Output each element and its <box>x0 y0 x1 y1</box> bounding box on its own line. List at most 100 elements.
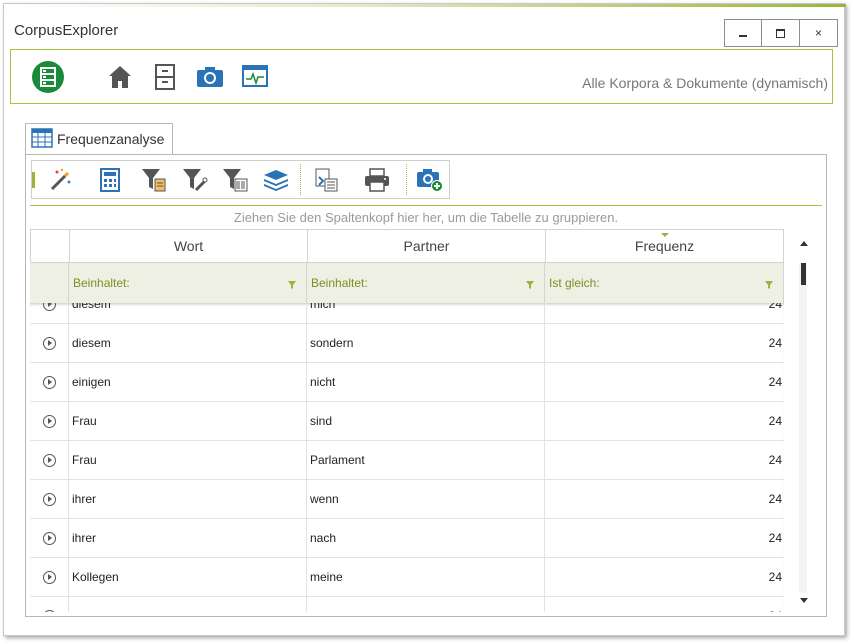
cell-frequenz: 24 <box>768 375 782 389</box>
tab-label: Frequenzanalyse <box>57 131 165 147</box>
cell-wort: Kollegen <box>69 558 307 597</box>
cell-partner: meine <box>307 558 545 597</box>
cell-wort: um <box>69 597 307 612</box>
column-header-wort[interactable]: Wort <box>69 229 308 263</box>
grid-body: diesem mich 24 diesem sondern 24 einigen… <box>30 303 784 612</box>
cell-partner: nach <box>307 519 545 558</box>
window-title: CorpusExplorer <box>14 22 119 39</box>
expand-row-icon[interactable] <box>42 532 56 545</box>
expand-row-icon[interactable] <box>42 376 56 389</box>
column-header-frequenz[interactable]: Frequenz <box>545 229 784 263</box>
scrollbar-thumb[interactable] <box>801 263 806 285</box>
home-icon[interactable] <box>103 60 137 94</box>
cell-wort: diesem <box>69 324 307 363</box>
filter-cell-wort[interactable]: Beinhaltet: <box>69 263 307 303</box>
table-row[interactable]: um unter 24 <box>30 597 784 612</box>
title-accent-bar <box>4 4 846 7</box>
cabinet-icon[interactable] <box>148 60 182 94</box>
ribbon-separator <box>300 164 301 195</box>
filter-cell-frequenz[interactable]: Ist gleich: <box>545 263 784 303</box>
table-row[interactable]: Frau sind 24 <box>30 402 784 441</box>
cell-frequenz: 24 <box>545 597 784 612</box>
analysis-panel: Ziehen Sie den Spaltenkopf hier her, um … <box>25 154 827 617</box>
print-icon[interactable] <box>362 165 392 195</box>
export-icon[interactable] <box>311 165 341 195</box>
filter-edit-icon[interactable] <box>180 165 210 195</box>
table-row[interactable]: Frau Parlament 24 <box>30 441 784 480</box>
filter-row-spacer <box>30 263 69 303</box>
filter-cell-partner[interactable]: Beinhaltet: <box>307 263 545 303</box>
column-header-frequenz-label: Frequenz <box>634 238 695 254</box>
cell-frequenz: 24 <box>768 303 782 311</box>
filter-icon[interactable] <box>526 278 534 292</box>
calculator-icon[interactable] <box>95 165 125 195</box>
close-icon: × <box>814 26 822 40</box>
filter-operator-partner[interactable]: Beinhaltet: <box>311 276 368 290</box>
scroll-down-icon[interactable] <box>800 598 808 603</box>
main-toolbar: Alle Korpora & Dokumente (dynamisch) <box>10 49 833 104</box>
expand-row-icon[interactable] <box>42 415 56 428</box>
close-button[interactable]: × <box>800 19 838 47</box>
table-row[interactable]: Kollegen meine 24 <box>30 558 784 597</box>
cell-partner: unter <box>307 597 545 612</box>
expand-row-icon[interactable] <box>42 337 56 350</box>
camera-add-icon[interactable] <box>415 165 445 195</box>
table-row[interactable]: diesem sondern 24 <box>30 324 784 363</box>
table-row[interactable]: ihrer nach 24 <box>30 519 784 558</box>
cell-partner: sondern <box>307 324 545 363</box>
database-icon[interactable] <box>31 60 65 94</box>
ribbon-separator <box>406 164 407 195</box>
minimize-icon <box>739 35 747 37</box>
maximize-button[interactable] <box>762 19 800 47</box>
filter-barcode-icon[interactable] <box>220 165 250 195</box>
cell-partner: wenn <box>307 480 545 519</box>
table-row[interactable]: ihrer wenn 24 <box>30 480 784 519</box>
filter-clipboard-icon[interactable] <box>139 165 169 195</box>
group-panel-hint[interactable]: Ziehen Sie den Spaltenkopf hier her, um … <box>30 206 822 229</box>
corpus-selection-label[interactable]: Alle Korpora & Dokumente (dynamisch) <box>582 75 828 91</box>
table-row[interactable]: einigen nicht 24 <box>30 363 784 402</box>
cell-frequenz: 24 <box>768 570 782 584</box>
filter-operator-wort[interactable]: Beinhaltet: <box>73 276 130 290</box>
analysis-ribbon <box>31 160 450 199</box>
cell-wort: diesem <box>69 303 307 324</box>
cell-frequenz: 24 <box>768 453 782 467</box>
expand-row-icon[interactable] <box>42 454 56 467</box>
table-icon <box>31 127 53 151</box>
row-header-column <box>30 229 70 263</box>
expand-row-icon[interactable] <box>42 571 56 584</box>
frequency-grid: Ziehen Sie den Spaltenkopf hier her, um … <box>30 205 822 612</box>
magic-wand-icon[interactable] <box>46 165 76 195</box>
maximize-icon <box>776 28 785 38</box>
sort-indicator-icon <box>661 233 669 237</box>
column-header-partner[interactable]: Partner <box>307 229 546 263</box>
minimize-button[interactable] <box>724 19 762 47</box>
monitor-icon[interactable] <box>238 60 272 94</box>
cell-partner: sind <box>307 402 545 441</box>
filter-operator-frequenz[interactable]: Ist gleich: <box>549 276 600 290</box>
scrollbar-track[interactable] <box>799 263 807 593</box>
main-window: CorpusExplorer × Alle Korpora & Dokument… <box>3 3 846 636</box>
cell-frequenz: 24 <box>768 414 782 428</box>
cell-frequenz: 24 <box>768 531 782 545</box>
vertical-scrollbar[interactable] <box>788 229 822 612</box>
table-row[interactable]: diesem mich 24 <box>30 303 784 324</box>
expand-row-icon[interactable] <box>42 610 56 612</box>
cell-wort: Frau <box>69 441 307 480</box>
cell-partner: Parlament <box>307 441 545 480</box>
cell-wort: ihrer <box>69 519 307 558</box>
expand-row-icon[interactable] <box>42 493 56 506</box>
expand-row-icon[interactable] <box>42 303 56 311</box>
camera-icon[interactable] <box>193 60 227 94</box>
cell-wort: ihrer <box>69 480 307 519</box>
layers-icon[interactable] <box>261 165 291 195</box>
cell-partner: nicht <box>307 363 545 402</box>
scroll-up-icon[interactable] <box>800 241 808 246</box>
filter-icon[interactable] <box>765 278 773 292</box>
cell-wort: einigen <box>69 363 307 402</box>
cell-wort: Frau <box>69 402 307 441</box>
ribbon-grip[interactable] <box>32 172 35 188</box>
cell-frequenz: 24 <box>768 336 782 350</box>
filter-icon[interactable] <box>288 278 296 292</box>
tab-frequenzanalyse[interactable]: Frequenzanalyse <box>25 123 173 154</box>
